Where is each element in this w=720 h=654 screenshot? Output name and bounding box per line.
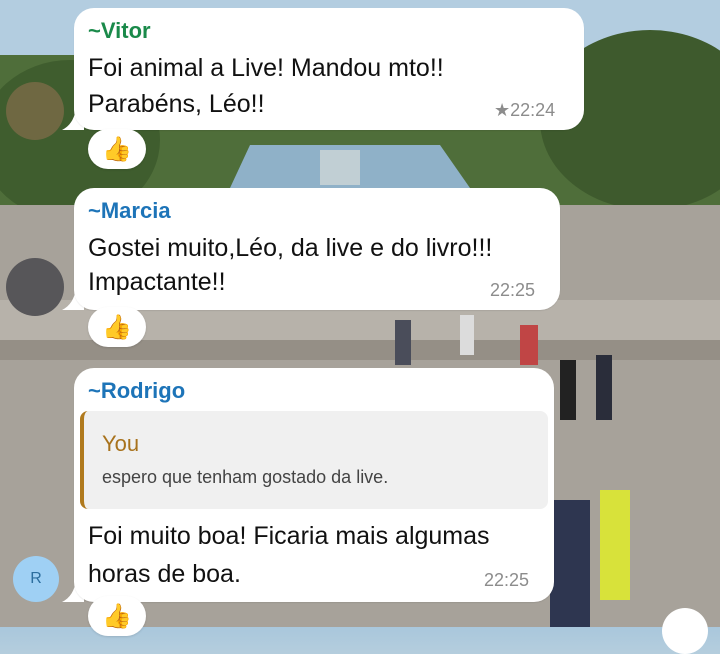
thumbs-up-icon: 👍 <box>102 313 132 341</box>
message-line: Foi animal a Live! Mandou mto!! <box>88 54 444 82</box>
message-time: 22:25 <box>490 280 536 300</box>
reaction-badge[interactable]: 👍 <box>88 596 146 636</box>
message-line: Gostei muito,Léo, da live e do livro!!! <box>88 234 493 262</box>
message-line: Foi muito boa! Ficaria mais algumas <box>88 522 490 550</box>
thumbs-up-icon: 👍 <box>102 602 132 630</box>
message-bubble-vitor[interactable]: ~Vitor Foi animal a Live! Mandou mto!! P… <box>74 8 584 130</box>
message-timestamp: ★22:24 <box>494 100 555 121</box>
quoted-author: You <box>102 431 140 456</box>
message-bubble-marcia[interactable]: ~Marcia Gostei muito,Léo, da live e do l… <box>74 188 560 310</box>
message-time: 22:24 <box>510 100 556 120</box>
sender-name[interactable]: ~Vitor <box>88 18 151 44</box>
thumbs-up-icon: 👍 <box>102 135 132 163</box>
sender-avatar-rodrigo[interactable]: R <box>13 556 59 602</box>
reaction-badge[interactable]: 👍 <box>88 307 146 347</box>
message-line: horas de boa. <box>88 560 241 588</box>
quoted-text: espero que tenham gostado da live. <box>102 467 389 487</box>
message-line: Impactante!! <box>88 268 226 296</box>
reaction-badge[interactable]: 👍 <box>88 129 146 169</box>
message-time: 22:25 <box>484 570 530 590</box>
sender-name[interactable]: ~Marcia <box>88 198 171 224</box>
scroll-down-button[interactable] <box>662 608 708 654</box>
sender-avatar-vitor[interactable] <box>6 82 64 140</box>
sender-name[interactable]: ~Rodrigo <box>88 378 185 404</box>
message-line: Parabéns, Léo!! <box>88 90 265 118</box>
star-icon: ★ <box>494 100 511 120</box>
sender-avatar-marcia[interactable] <box>6 258 64 316</box>
quoted-reply[interactable]: You espero que tenham gostado da live. <box>80 411 548 509</box>
